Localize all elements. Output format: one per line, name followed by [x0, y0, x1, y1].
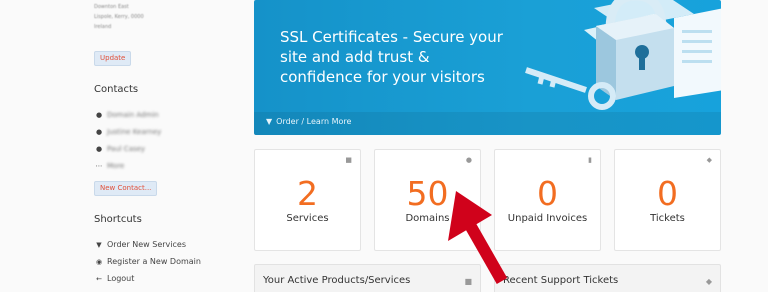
file-icon: ▮: [588, 156, 592, 164]
recent-tickets-panel: Recent Support Tickets ◆: [494, 264, 721, 292]
shortcut-logout[interactable]: ← Logout: [94, 270, 244, 287]
padlock-illustration: [525, 0, 721, 110]
stat-value: 2: [297, 174, 318, 213]
stat-value: 0: [537, 174, 558, 213]
contacts-title: Contacts: [94, 84, 139, 95]
contact-item[interactable]: ● Domain Admin: [94, 106, 244, 123]
ssl-promo-banner[interactable]: SSL Certificates - Secure your site and …: [254, 0, 721, 135]
stat-label: Services: [286, 213, 329, 224]
basket-icon: ▼: [96, 240, 102, 249]
user-icon: ●: [95, 144, 103, 153]
comment-icon: ◆: [705, 277, 712, 286]
shortcut-register-domain[interactable]: ◉ Register a New Domain: [94, 253, 244, 270]
address-line: Downton East: [94, 4, 129, 10]
comment-icon: ◆: [706, 156, 712, 164]
contact-item-more[interactable]: ⋯ More: [94, 157, 244, 174]
annotation-arrow-icon: [448, 191, 508, 284]
sidebar: Downton East Lispole, Kerry, 0000 Irelan…: [82, 0, 242, 292]
contact-item[interactable]: ● Justine Kearney: [94, 123, 244, 140]
basket-icon: ▼: [266, 117, 273, 126]
address-block: Downton East Lispole, Kerry, 0000 Irelan…: [94, 2, 144, 32]
new-contact-button[interactable]: New Contact...: [94, 181, 158, 196]
stat-tile-unpaid-invoices[interactable]: ▮ 0 Unpaid Invoices: [494, 149, 601, 251]
arrow-left-icon: ←: [96, 274, 102, 283]
address-line: Lispole, Kerry, 0000: [94, 14, 144, 20]
contact-item[interactable]: ● Paul Casey: [94, 140, 244, 157]
contact-label: Paul Casey: [107, 144, 146, 153]
update-button[interactable]: Update: [94, 51, 132, 66]
stat-tile-services[interactable]: ■ 2 Services: [254, 149, 361, 251]
address-line: Ireland: [94, 24, 112, 30]
user-icon: ●: [95, 110, 103, 119]
banner-footer-label: Order / Learn More: [276, 117, 352, 126]
shortcuts-title: Shortcuts: [94, 214, 142, 225]
shortcut-label: Logout: [107, 274, 135, 283]
shortcuts-list: ▼ Order New Services ◉ Register a New Do…: [94, 236, 244, 287]
user-icon: ●: [95, 127, 103, 136]
ellipsis-icon: ⋯: [95, 161, 103, 170]
contact-label: Domain Admin: [107, 110, 159, 119]
banner-footer-link[interactable]: ▼ Order / Learn More: [254, 112, 721, 135]
stat-label: Unpaid Invoices: [507, 213, 588, 224]
banner-title: SSL Certificates - Secure your site and …: [280, 28, 503, 86]
stat-tile-tickets[interactable]: ◆ 0 Tickets: [614, 149, 721, 251]
contact-label: Justine Kearney: [107, 127, 162, 136]
panel-title: Your Active Products/Services: [263, 275, 411, 286]
globe-icon: ●: [465, 156, 472, 164]
stat-value: 0: [657, 174, 678, 213]
panel-title: Recent Support Tickets: [503, 275, 619, 286]
cube-icon: ■: [345, 156, 352, 164]
shortcut-label: Register a New Domain: [107, 257, 201, 266]
stat-label: Tickets: [650, 213, 685, 224]
shortcut-label: Order New Services: [107, 240, 187, 249]
globe-icon: ◉: [95, 257, 103, 266]
contact-label: More: [107, 161, 125, 170]
contacts-list: ● Domain Admin ● Justine Kearney ● Paul …: [94, 106, 244, 174]
shortcut-order-services[interactable]: ▼ Order New Services: [94, 236, 244, 253]
